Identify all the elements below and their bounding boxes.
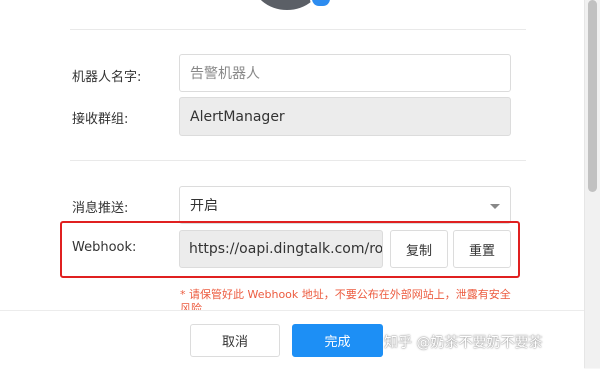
robot-name-label: 机器人名字: (72, 70, 142, 85)
cancel-button[interactable]: 取消 (190, 324, 280, 357)
section-divider (70, 160, 526, 161)
watermark: 知乎 @奶茶不要奶不要茶 (384, 335, 543, 351)
push-select[interactable]: 开启 (179, 186, 511, 224)
scroll-thumb[interactable] (588, 0, 597, 192)
avatar-edit-badge[interactable] (310, 0, 332, 8)
push-label: 消息推送: (72, 201, 129, 216)
robot-name-input[interactable]: 告警机器人 (179, 54, 511, 92)
done-button[interactable]: 完成 (292, 324, 383, 357)
group-label: 接收群组: (72, 112, 129, 127)
robot-settings-dialog: 机器人名字: 告警机器人 接收群组: AlertManager 消息推送: 开启… (0, 0, 584, 369)
group-field: AlertManager (179, 97, 511, 136)
robot-name-placeholder: 告警机器人 (190, 66, 260, 82)
group-value: AlertManager (190, 108, 285, 125)
scrollbar[interactable] (584, 0, 600, 368)
push-value: 开启 (190, 198, 218, 214)
chevron-down-icon (490, 204, 500, 209)
top-divider (70, 29, 526, 30)
webhook-highlight-box (60, 221, 520, 278)
